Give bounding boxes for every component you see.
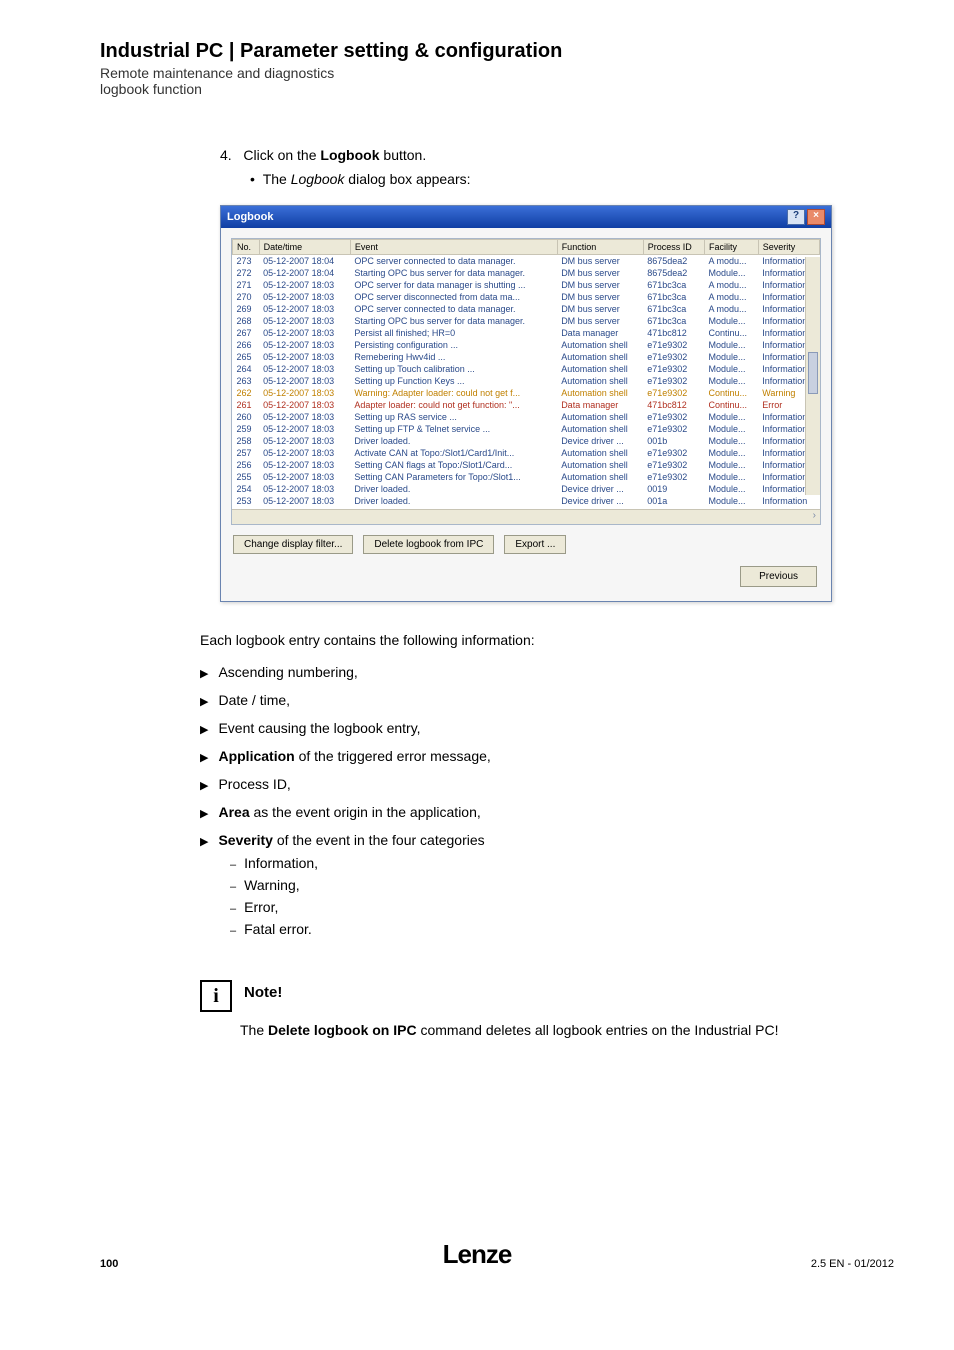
intro-para: Each logbook entry contains the followin…: [200, 632, 894, 648]
step-text-c: button.: [380, 147, 427, 163]
page-number: 100: [100, 1258, 118, 1270]
delete-logbook-button[interactable]: Delete logbook from IPC: [363, 535, 494, 554]
table-row[interactable]: 25605-12-2007 18:03Setting CAN flags at …: [233, 459, 820, 471]
col-severity[interactable]: Severity: [758, 240, 819, 255]
table-row[interactable]: 26605-12-2007 18:03Persisting configurat…: [233, 339, 820, 351]
note-text: The Delete logbook on IPC command delete…: [240, 1022, 880, 1038]
table-row[interactable]: 26205-12-2007 18:03Warning: Adapter load…: [233, 387, 820, 399]
table-row[interactable]: 26305-12-2007 18:03Setting up Function K…: [233, 375, 820, 387]
table-row[interactable]: 26805-12-2007 18:03Starting OPC bus serv…: [233, 315, 820, 327]
dialog-title: Logbook: [227, 211, 273, 223]
table-row[interactable]: 26005-12-2007 18:03Setting up RAS servic…: [233, 411, 820, 423]
table-row[interactable]: 25905-12-2007 18:03Setting up FTP & Teln…: [233, 423, 820, 435]
col-function[interactable]: Function: [557, 240, 643, 255]
revision: 2.5 EN - 01/2012: [811, 1258, 894, 1270]
table-row[interactable]: 27205-12-2007 18:04Starting OPC bus serv…: [233, 267, 820, 279]
table-row[interactable]: 25505-12-2007 18:03Setting CAN Parameter…: [233, 471, 820, 483]
lenze-logo: Lenze: [443, 1239, 512, 1270]
step-4: 4. Click on the Logbook button. • The Lo…: [220, 147, 894, 187]
step-num: 4.: [220, 147, 232, 163]
bullet-3: Event causing the logbook entry,: [200, 714, 894, 742]
previous-button[interactable]: Previous: [740, 566, 817, 587]
bullet-6: Area as the event origin in the applicat…: [200, 798, 894, 826]
titlebar: Logbook ? ×: [221, 206, 831, 228]
bullet-1: Ascending numbering,: [200, 658, 894, 686]
col-no[interactable]: No.: [233, 240, 260, 255]
sub-1: Information,: [230, 852, 894, 874]
step-sub-c: dialog box appears:: [344, 171, 470, 187]
table-row[interactable]: 26405-12-2007 18:03Setting up Touch cali…: [233, 363, 820, 375]
table-row[interactable]: 25205-12-2007 18:03Activate CAN at Topo:…: [233, 507, 820, 509]
logbook-dialog: Logbook ? × No. Date/time Event Func: [220, 205, 832, 602]
bullet-2: Date / time,: [200, 686, 894, 714]
log-scroll-area[interactable]: No. Date/time Event Function Process ID …: [232, 239, 820, 509]
horizontal-scrollbar[interactable]: ›: [232, 509, 820, 524]
subtitle-2: logbook function: [100, 81, 894, 97]
step-text-a: Click on the: [243, 147, 320, 163]
table-row[interactable]: 26905-12-2007 18:03OPC server connected …: [233, 303, 820, 315]
table-row[interactable]: 25705-12-2007 18:03Activate CAN at Topo:…: [233, 447, 820, 459]
table-row[interactable]: 25805-12-2007 18:03Driver loaded.Device …: [233, 435, 820, 447]
change-filter-button[interactable]: Change display filter...: [233, 535, 353, 554]
page-title: Industrial PC | Parameter setting & conf…: [100, 40, 894, 63]
table-row[interactable]: 26705-12-2007 18:03Persist all finished;…: [233, 327, 820, 339]
sub-3: Error,: [230, 896, 894, 918]
info-icon: i: [200, 980, 232, 1012]
table-row[interactable]: 25405-12-2007 18:03Driver loaded.Device …: [233, 483, 820, 495]
export-button[interactable]: Export ...: [504, 535, 566, 554]
col-facility[interactable]: Facility: [704, 240, 758, 255]
subtitle-1: Remote maintenance and diagnostics: [100, 65, 894, 81]
log-table: No. Date/time Event Function Process ID …: [232, 239, 820, 509]
bullet-5: Process ID,: [200, 770, 894, 798]
table-row[interactable]: 27105-12-2007 18:03OPC server for data m…: [233, 279, 820, 291]
table-row[interactable]: 26105-12-2007 18:03Adapter loader: could…: [233, 399, 820, 411]
sub-4: Fatal error.: [230, 918, 894, 940]
help-button[interactable]: ?: [787, 209, 805, 225]
step-sub-b: Logbook: [291, 171, 345, 187]
col-event[interactable]: Event: [350, 240, 557, 255]
col-processid[interactable]: Process ID: [643, 240, 704, 255]
close-button[interactable]: ×: [807, 209, 825, 225]
step-sub-a: The: [263, 171, 291, 187]
step-text-b: Logbook: [320, 147, 379, 163]
sub-2: Warning,: [230, 874, 894, 896]
bullet-4: Application of the triggered error messa…: [200, 742, 894, 770]
col-datetime[interactable]: Date/time: [259, 240, 350, 255]
vertical-scrollbar[interactable]: [805, 257, 820, 495]
table-row[interactable]: 27305-12-2007 18:04OPC server connected …: [233, 255, 820, 268]
table-row[interactable]: 26505-12-2007 18:03Remebering Hwv4id ...…: [233, 351, 820, 363]
table-row[interactable]: 25305-12-2007 18:03Driver loaded.Device …: [233, 495, 820, 507]
table-row[interactable]: 27005-12-2007 18:03OPC server disconnect…: [233, 291, 820, 303]
bullet-7: Severity of the event in the four catego…: [200, 826, 894, 950]
note-title: Note!: [244, 980, 282, 1001]
